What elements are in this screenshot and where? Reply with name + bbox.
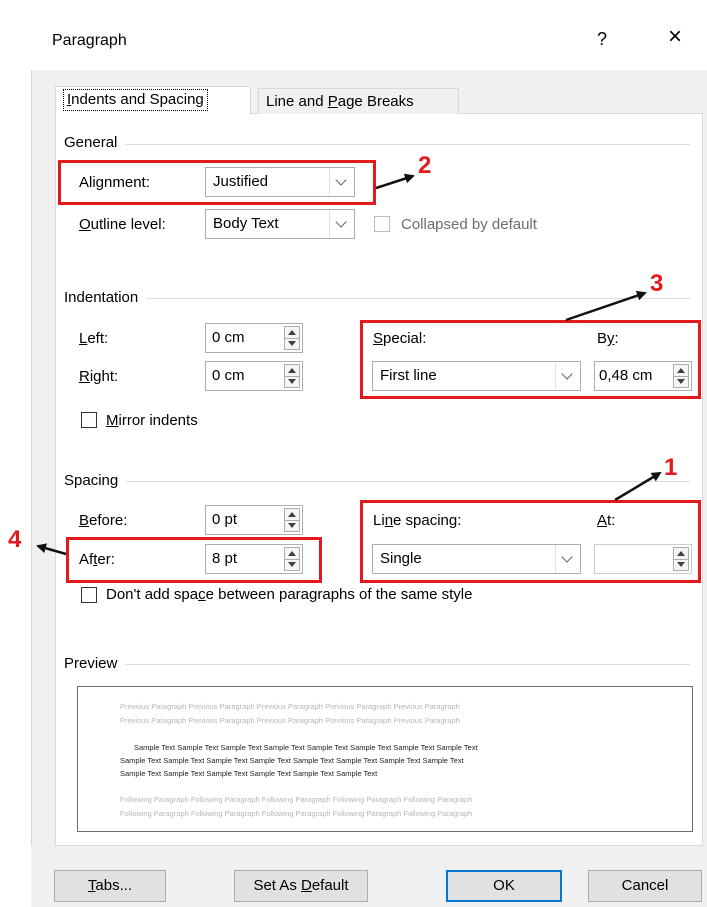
annotation-arrows bbox=[36, 173, 662, 556]
arrow-to-1 bbox=[614, 471, 662, 502]
arrow-to-3 bbox=[565, 290, 647, 322]
arrow-to-2 bbox=[375, 173, 415, 190]
arrow-to-4 bbox=[36, 543, 67, 556]
screenshot: Paragraph ? × Indents and Spacing Line a… bbox=[0, 0, 707, 907]
